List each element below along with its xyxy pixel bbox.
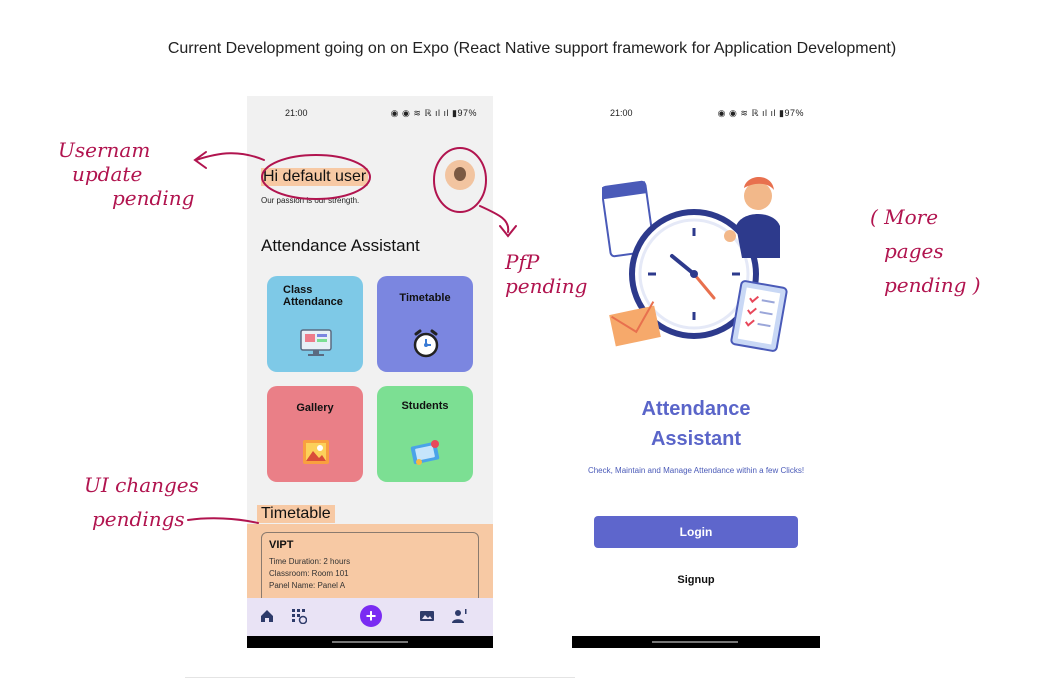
annotation-line: UI changes xyxy=(84,473,199,497)
annotation-line: ( More xyxy=(870,205,939,229)
annotation-line: Usernam xyxy=(58,138,151,162)
pfp-circle xyxy=(433,147,487,213)
annotation-pfp: PfP pending xyxy=(505,250,587,298)
annotation-line: pendings xyxy=(92,507,185,531)
annotation-ui-changes: UI changes pendings xyxy=(84,468,199,536)
divider xyxy=(185,677,575,678)
annotation-line: PfP xyxy=(505,250,540,274)
annotation-username: Usernam update pending xyxy=(58,138,194,210)
username-arrowhead xyxy=(193,151,207,169)
annotation-line: pending ) xyxy=(884,273,981,297)
annotation-strokes xyxy=(187,147,517,524)
pfp-arrow xyxy=(479,205,510,233)
annotation-line: update xyxy=(72,162,143,186)
username-arrow xyxy=(195,152,265,161)
annotation-more-pages: ( More pages pending ) xyxy=(870,200,981,302)
greeting-circle xyxy=(261,154,371,200)
annotation-line: pages xyxy=(884,239,944,263)
annotation-line: pending xyxy=(112,186,195,210)
annotation-line: pending xyxy=(505,274,588,298)
